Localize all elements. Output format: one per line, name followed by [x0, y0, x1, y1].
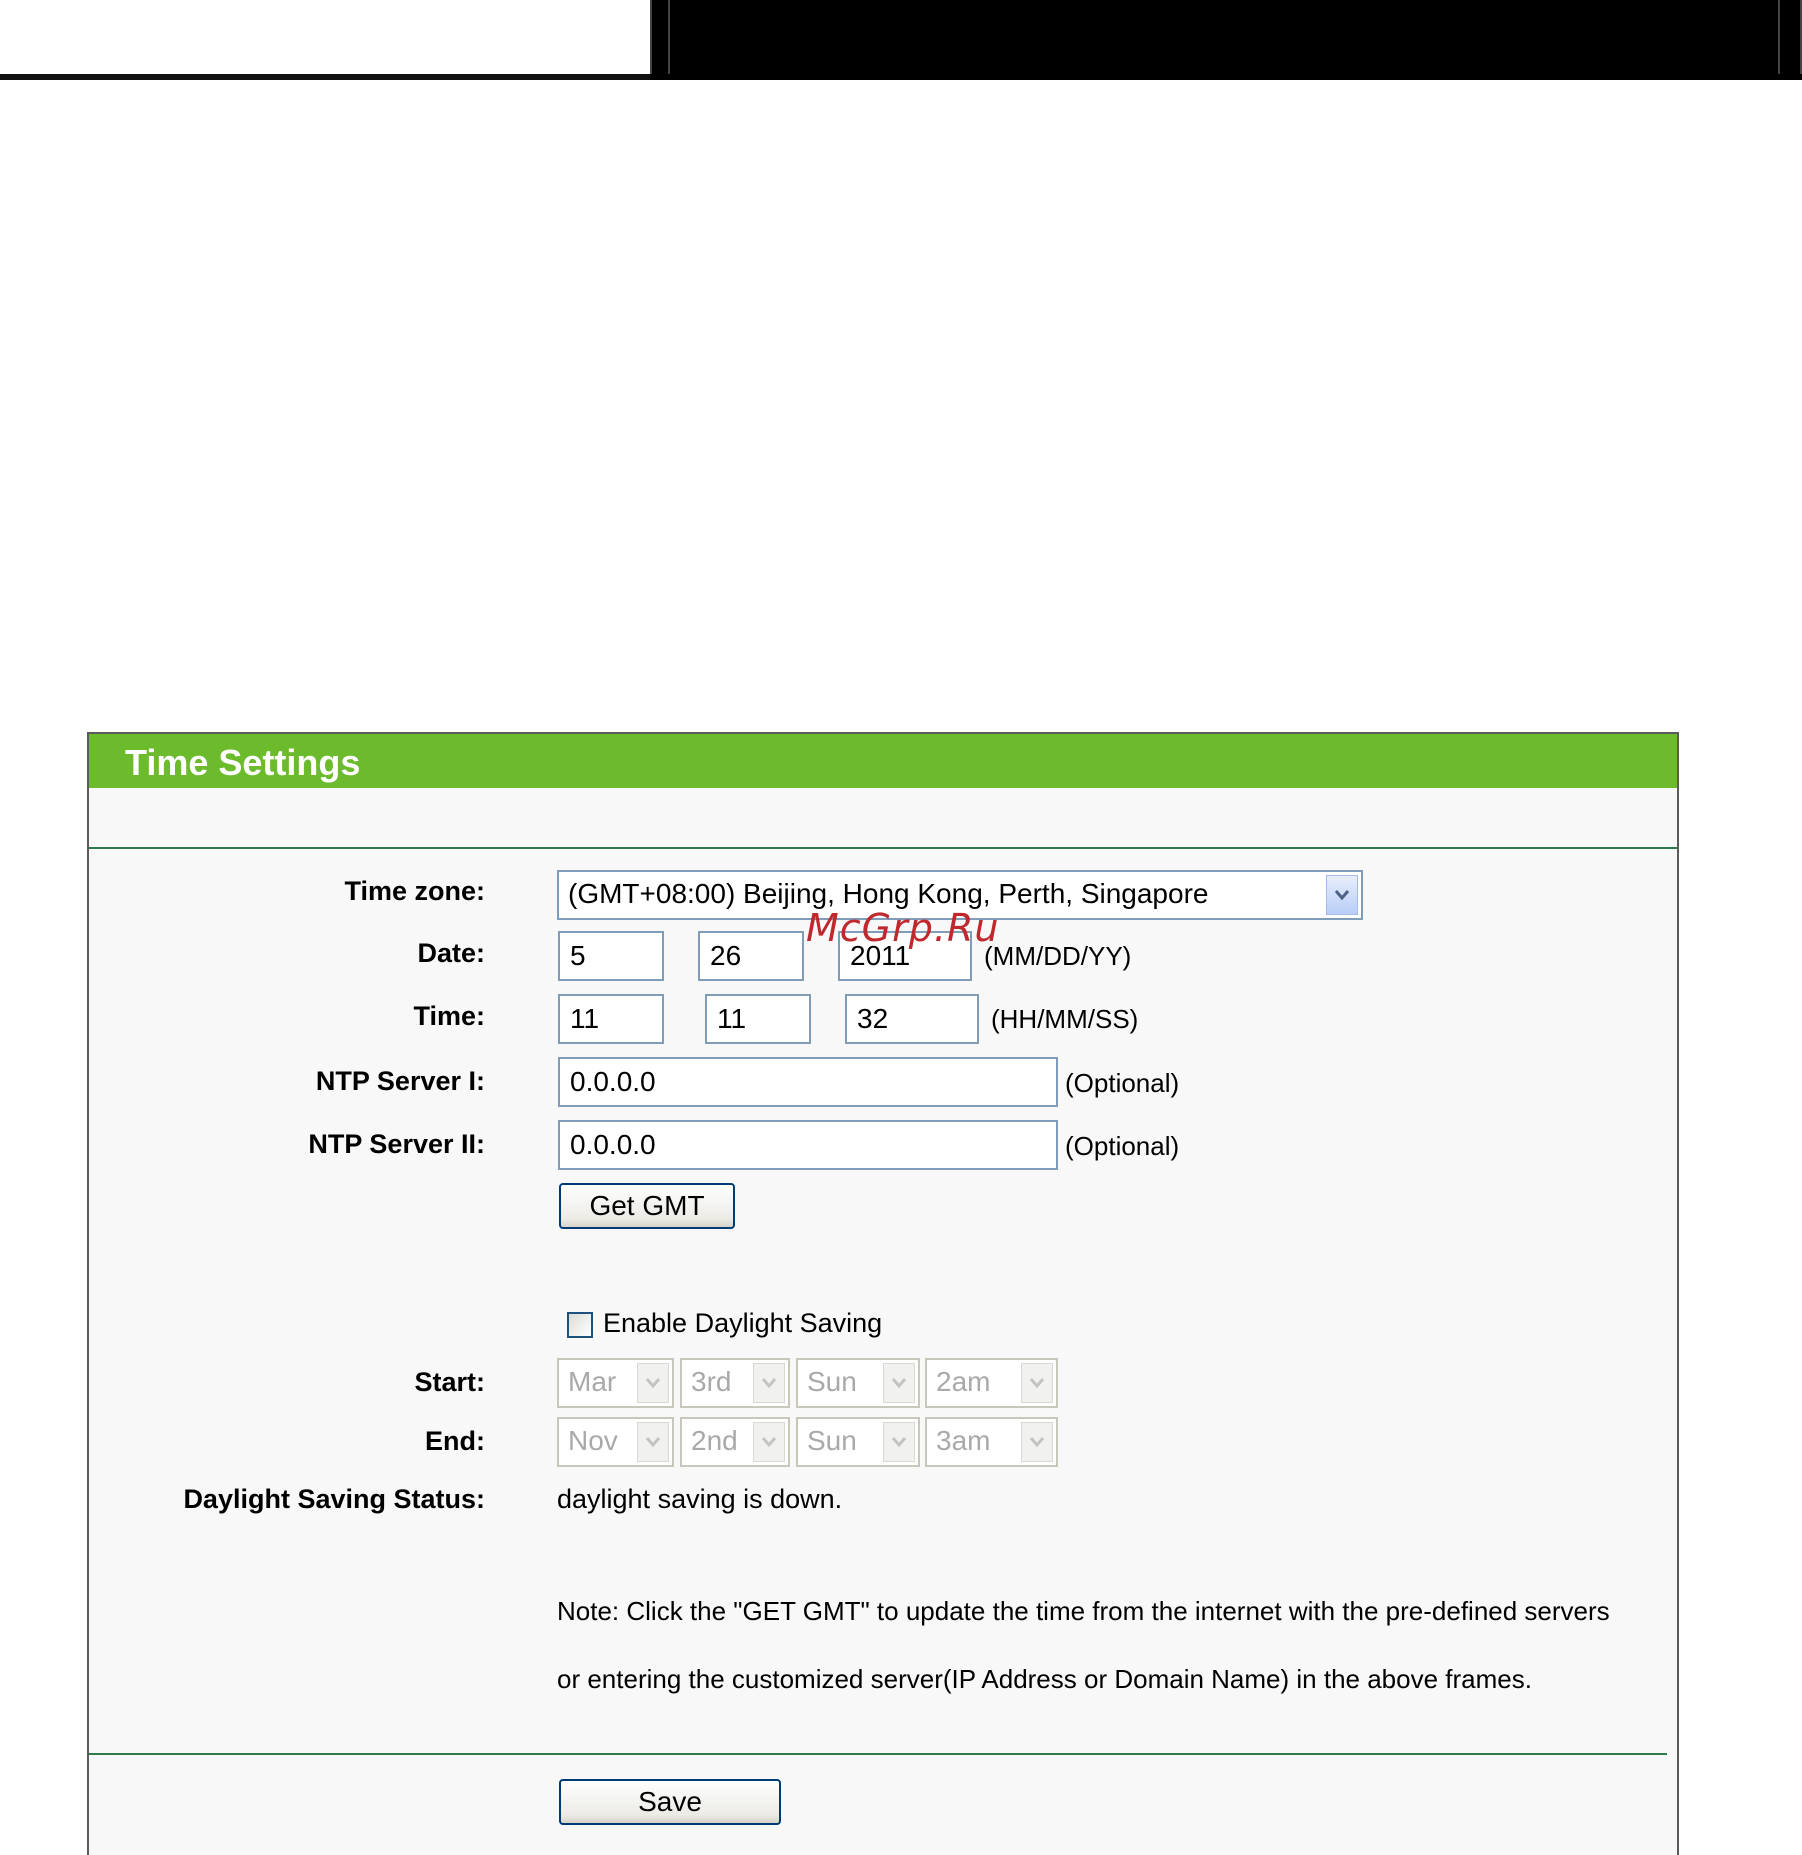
chevron-down-icon[interactable] [1021, 1363, 1053, 1403]
time-hour-input[interactable] [558, 994, 664, 1044]
time-format-hint: (HH/MM/SS) [991, 1004, 1139, 1034]
dst-status-label: Daylight Saving Status: [183, 1484, 485, 1514]
bottom-separator [89, 1753, 1667, 1755]
chevron-down-icon[interactable] [637, 1363, 669, 1403]
dst-end-month-select[interactable]: Nov [557, 1417, 674, 1467]
watermark: McGrp.Ru [806, 906, 1000, 950]
dst-start-month-value: Mar [568, 1366, 617, 1397]
dst-start-label: Start: [414, 1367, 485, 1397]
save-button[interactable]: Save [559, 1779, 781, 1825]
top-bar [650, 0, 1802, 80]
date-format-hint: (MM/DD/YY) [984, 941, 1132, 971]
dst-end-label: End: [425, 1426, 485, 1456]
top-separator [89, 847, 1677, 849]
ntp-server-1-input[interactable] [558, 1057, 1058, 1107]
note-line-1: Note: Click the "GET GMT" to update the … [557, 1596, 1610, 1626]
dst-end-week-value: 2nd [691, 1425, 738, 1456]
get-gmt-button[interactable]: Get GMT [559, 1183, 735, 1229]
panel-header: Time Settings [89, 734, 1677, 788]
dst-end-week-select[interactable]: 2nd [680, 1417, 790, 1467]
time-minute-input[interactable] [705, 994, 811, 1044]
date-label: Date: [417, 938, 485, 968]
dst-end-hour-select[interactable]: 3am [925, 1417, 1058, 1467]
dst-start-week-select[interactable]: 3rd [680, 1358, 790, 1408]
ntp-server-2-hint: (Optional) [1065, 1131, 1180, 1161]
date-day-input[interactable] [698, 931, 804, 981]
ntp-server-2-input[interactable] [558, 1120, 1058, 1170]
dst-end-day-value: Sun [807, 1425, 857, 1456]
chevron-down-icon[interactable] [637, 1422, 669, 1462]
ntp-server-1-label: NTP Server I: [315, 1066, 485, 1096]
top-rule [0, 74, 650, 80]
dst-end-day-select[interactable]: Sun [796, 1417, 920, 1467]
dst-start-week-value: 3rd [691, 1366, 732, 1397]
time-second-input[interactable] [845, 994, 979, 1044]
chevron-down-icon[interactable] [1021, 1422, 1053, 1462]
dst-start-day-value: Sun [807, 1366, 857, 1397]
daylight-saving-checkbox[interactable] [567, 1312, 593, 1338]
time-zone-label: Time zone: [344, 876, 485, 906]
date-month-input[interactable] [558, 931, 664, 981]
top-bar-left-segment [650, 0, 670, 74]
time-label: Time: [413, 1001, 485, 1031]
time-settings-panel: Time Settings Time zone: (GMT+08:00) Bei… [87, 732, 1679, 1855]
dst-start-hour-value: 2am [936, 1366, 991, 1397]
dst-start-hour-select[interactable]: 2am [925, 1358, 1058, 1408]
top-bar-right-segment [1778, 0, 1802, 74]
ntp-server-1-hint: (Optional) [1065, 1068, 1180, 1098]
chevron-down-icon[interactable] [753, 1363, 785, 1403]
chevron-down-icon[interactable] [1326, 875, 1358, 915]
dst-status-value: daylight saving is down. [557, 1484, 843, 1514]
chevron-down-icon[interactable] [883, 1363, 915, 1403]
dst-start-day-select[interactable]: Sun [796, 1358, 920, 1408]
ntp-server-2-label: NTP Server II: [308, 1129, 485, 1159]
dst-start-month-select[interactable]: Mar [557, 1358, 674, 1408]
note-line-2: or entering the customized server(IP Add… [557, 1664, 1532, 1694]
dst-end-hour-value: 3am [936, 1425, 991, 1456]
dst-end-month-value: Nov [568, 1425, 618, 1456]
chevron-down-icon[interactable] [753, 1422, 785, 1462]
panel-title: Time Settings [125, 742, 361, 783]
daylight-saving-checkbox-label[interactable]: Enable Daylight Saving [603, 1308, 882, 1339]
chevron-down-icon[interactable] [883, 1422, 915, 1462]
